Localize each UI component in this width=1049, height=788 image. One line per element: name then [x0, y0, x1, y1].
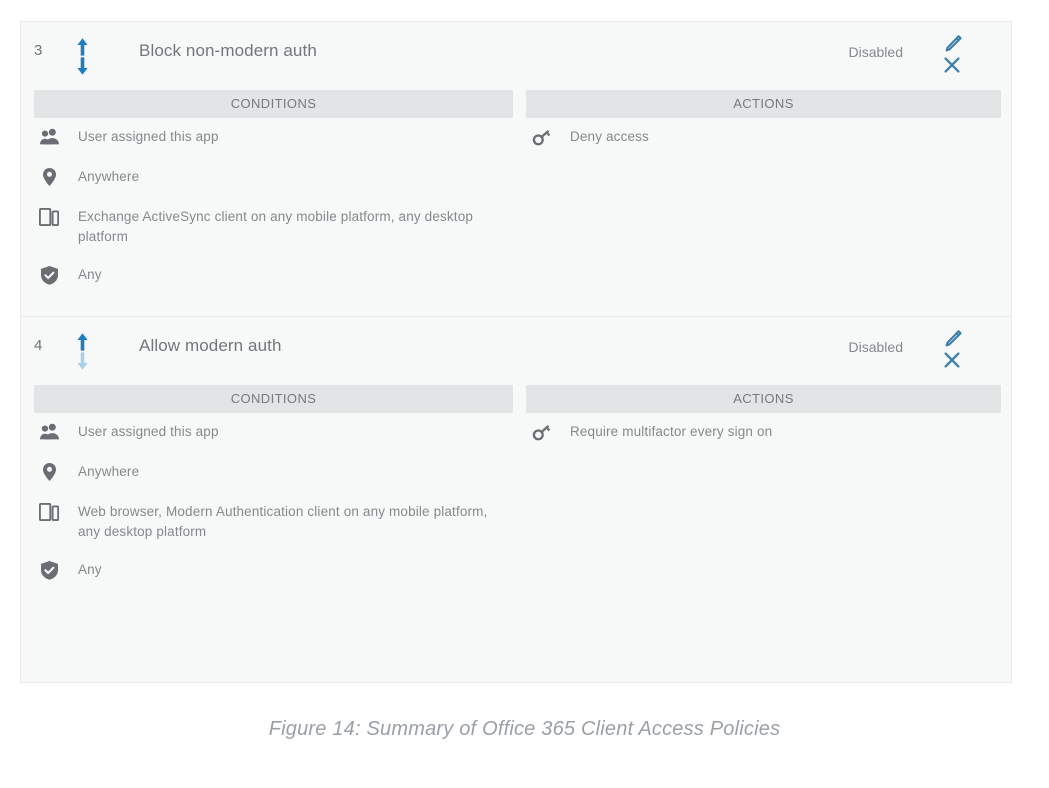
policy-row: 4 Allow modern auth Disabled CONDITIONS ACT… [21, 316, 1011, 611]
condition-item: Anywhere [34, 158, 513, 198]
location-pin-icon [38, 168, 60, 187]
devices-icon [38, 503, 60, 522]
figure-caption: Figure 14: Summary of Office 365 Client … [268, 718, 781, 740]
condition-item: Anywhere [34, 453, 513, 493]
policy-status: Disabled [848, 44, 903, 60]
move-down-arrow-icon[interactable] [75, 351, 90, 371]
condition-item-label: User assigned this app [78, 424, 219, 439]
condition-item: Web browser, Modern Authentication clien… [34, 493, 513, 551]
reorder-controls [71, 329, 97, 375]
policy-name: Allow modern auth [139, 336, 282, 355]
condition-item-label: Any [78, 267, 102, 282]
action-item-label: Deny access [570, 129, 649, 144]
devices-icon [38, 208, 60, 227]
pencil-icon[interactable] [941, 34, 963, 56]
move-up-arrow-icon[interactable] [75, 332, 90, 352]
policy-priority-number: 4 [34, 337, 43, 354]
conditions-column-header: CONDITIONS [34, 385, 513, 413]
actions-column-header: ACTIONS [526, 385, 1001, 413]
condition-item: Any [34, 551, 513, 591]
conditions-list: User assigned this app Anywhere Exchange… [34, 118, 513, 296]
policy-row-body: User assigned this app Anywhere Web brow… [34, 413, 1011, 611]
condition-item-label: Web browser, Modern Authentication clien… [78, 504, 488, 539]
policy-row: 3 Block non-modern auth Disabled CONDITION… [21, 22, 1011, 316]
condition-item-label: Exchange ActiveSync client on any mobile… [78, 209, 474, 244]
condition-item-label: User assigned this app [78, 129, 219, 144]
close-x-icon[interactable] [941, 349, 963, 371]
action-item: Deny access [526, 118, 1001, 158]
policy-row-actions [939, 34, 973, 82]
figure-page: 3 Block non-modern auth Disabled CONDITION… [0, 0, 1049, 788]
shield-check-icon [38, 266, 60, 285]
actions-column-header: ACTIONS [526, 90, 1001, 118]
actions-list: Deny access [526, 118, 1001, 158]
condition-item: User assigned this app [34, 413, 513, 453]
key-icon [530, 423, 552, 442]
pencil-icon[interactable] [941, 329, 963, 351]
users-icon [38, 128, 60, 147]
move-down-arrow-icon[interactable] [75, 56, 90, 76]
condition-item-label: Anywhere [78, 464, 140, 479]
policy-row-header: 4 Allow modern auth Disabled [21, 317, 1011, 385]
condition-item: User assigned this app [34, 118, 513, 158]
move-up-arrow-icon[interactable] [75, 37, 90, 57]
policy-priority-number: 3 [34, 42, 43, 59]
users-icon [38, 423, 60, 442]
policy-summary-card: 3 Block non-modern auth Disabled CONDITION… [20, 21, 1012, 683]
key-icon [530, 128, 552, 147]
condition-item: Exchange ActiveSync client on any mobile… [34, 198, 513, 256]
close-x-icon[interactable] [941, 54, 963, 76]
action-item: Require multifactor every sign on [526, 413, 1001, 453]
shield-check-icon [38, 561, 60, 580]
policy-name: Block non-modern auth [139, 41, 317, 60]
policy-status: Disabled [848, 339, 903, 355]
column-headers: CONDITIONS ACTIONS [34, 385, 1001, 413]
condition-item: Any [34, 256, 513, 296]
policy-row-actions [939, 329, 973, 377]
condition-item-label: Any [78, 562, 102, 577]
location-pin-icon [38, 463, 60, 482]
column-headers: CONDITIONS ACTIONS [34, 90, 1001, 118]
conditions-column-header: CONDITIONS [34, 90, 513, 118]
actions-list: Require multifactor every sign on [526, 413, 1001, 453]
condition-item-label: Anywhere [78, 169, 140, 184]
policy-row-header: 3 Block non-modern auth Disabled [21, 22, 1011, 90]
policy-row-body: User assigned this app Anywhere Exchange… [34, 118, 1011, 316]
reorder-controls [71, 34, 97, 80]
conditions-list: User assigned this app Anywhere Web brow… [34, 413, 513, 591]
action-item-label: Require multifactor every sign on [570, 424, 773, 439]
